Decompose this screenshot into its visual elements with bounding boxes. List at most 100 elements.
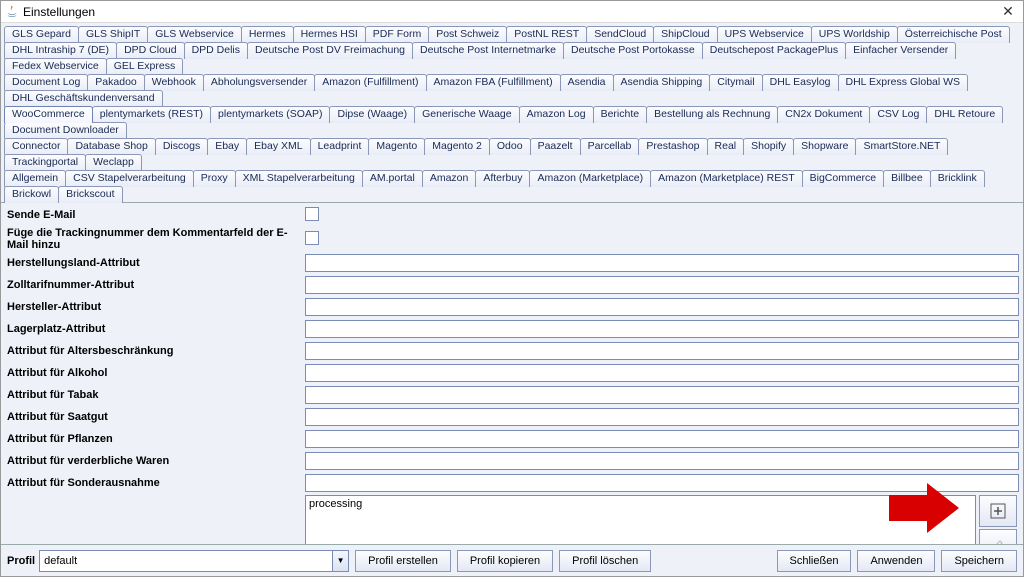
tab-bestellung-als-rechnung[interactable]: Bestellung als Rechnung: [646, 106, 778, 123]
tab-hermes-hsi[interactable]: Hermes HSI: [293, 26, 366, 43]
tab--sterreichische-post[interactable]: Österreichische Post: [897, 26, 1010, 43]
profil-kopieren-button[interactable]: Profil kopieren: [457, 550, 553, 572]
tab-discogs[interactable]: Discogs: [155, 138, 208, 155]
tab-fedex-webservice[interactable]: Fedex Webservice: [4, 58, 107, 75]
tab-shopware[interactable]: Shopware: [793, 138, 856, 155]
tab-hermes[interactable]: Hermes: [241, 26, 294, 43]
tab-generische-waage[interactable]: Generische Waage: [414, 106, 520, 123]
tab-brickowl[interactable]: Brickowl: [4, 186, 59, 203]
input-sonderausnahme[interactable]: [305, 474, 1019, 492]
profil-select[interactable]: default ▼: [39, 550, 349, 572]
tab-csv-log[interactable]: CSV Log: [869, 106, 927, 123]
tab-amazon-fulfillment-[interactable]: Amazon (Fulfillment): [314, 74, 426, 91]
tab-ebay[interactable]: Ebay: [207, 138, 247, 155]
tab-am-portal[interactable]: AM.portal: [362, 170, 423, 187]
input-lagerplatz[interactable]: [305, 320, 1019, 338]
statuscodes-list[interactable]: processing: [305, 495, 976, 544]
tab-deutsche-post-portokasse[interactable]: Deutsche Post Portokasse: [563, 42, 703, 59]
tab-bricklink[interactable]: Bricklink: [930, 170, 985, 187]
tab-asendia[interactable]: Asendia: [560, 74, 614, 91]
tab-document-downloader[interactable]: Document Downloader: [4, 122, 127, 139]
tab-csv-stapelverarbeitung[interactable]: CSV Stapelverarbeitung: [65, 170, 194, 187]
tab-real[interactable]: Real: [707, 138, 745, 155]
tab-webhook[interactable]: Webhook: [144, 74, 204, 91]
tab-dhl-gesch-ftskundenversand[interactable]: DHL Geschäftskundenversand: [4, 90, 163, 107]
tab-brickscout[interactable]: Brickscout: [58, 186, 122, 203]
tab-odoo[interactable]: Odoo: [489, 138, 531, 155]
tab-asendia-shipping[interactable]: Asendia Shipping: [613, 74, 711, 91]
tab-pakadoo[interactable]: Pakadoo: [87, 74, 144, 91]
tab-trackingportal[interactable]: Trackingportal: [4, 154, 86, 171]
tab-dipse-waage-[interactable]: Dipse (Waage): [329, 106, 415, 123]
tab-cn2x-dokument[interactable]: CN2x Dokument: [777, 106, 870, 123]
tab-abholungsversender[interactable]: Abholungsversender: [203, 74, 315, 91]
tab-deutsche-post-dv-freimachung[interactable]: Deutsche Post DV Freimachung: [247, 42, 413, 59]
tab-dpd-cloud[interactable]: DPD Cloud: [116, 42, 185, 59]
tab-proxy[interactable]: Proxy: [193, 170, 236, 187]
tab-postnl-rest[interactable]: PostNL REST: [506, 26, 587, 43]
tab-pdf-form[interactable]: PDF Form: [365, 26, 429, 43]
tab-deutsche-post-internetmarke[interactable]: Deutsche Post Internetmarke: [412, 42, 564, 59]
tab-parcellab[interactable]: Parcellab: [580, 138, 640, 155]
profil-loeschen-button[interactable]: Profil löschen: [559, 550, 651, 572]
tab-gls-webservice[interactable]: GLS Webservice: [147, 26, 242, 43]
tab-xml-stapelverarbeitung[interactable]: XML Stapelverarbeitung: [235, 170, 363, 187]
tab-magento-2[interactable]: Magento 2: [424, 138, 490, 155]
input-saatgut[interactable]: [305, 408, 1019, 426]
statuscode-edit-button[interactable]: [979, 529, 1017, 544]
input-herstellungsland[interactable]: [305, 254, 1019, 272]
tab-post-schweiz[interactable]: Post Schweiz: [428, 26, 507, 43]
input-verderblich[interactable]: [305, 452, 1019, 470]
tab-gls-gepard[interactable]: GLS Gepard: [4, 26, 79, 43]
tab-ebay-xml[interactable]: Ebay XML: [246, 138, 310, 155]
tab-allgemein[interactable]: Allgemein: [4, 170, 66, 187]
input-pflanzen[interactable]: [305, 430, 1019, 448]
tab-ups-worldship[interactable]: UPS Worldship: [811, 26, 898, 43]
tab-amazon-marketplace-rest[interactable]: Amazon (Marketplace) REST: [650, 170, 803, 187]
tab-afterbuy[interactable]: Afterbuy: [475, 170, 530, 187]
tab-deutschepost-packageplus[interactable]: Deutschepost PackagePlus: [702, 42, 846, 59]
tab-dhl-express-global-ws[interactable]: DHL Express Global WS: [838, 74, 969, 91]
speichern-button[interactable]: Speichern: [941, 550, 1017, 572]
anwenden-button[interactable]: Anwenden: [857, 550, 935, 572]
tab-gel-express[interactable]: GEL Express: [106, 58, 183, 75]
tab-magento[interactable]: Magento: [368, 138, 425, 155]
tab-shipcloud[interactable]: ShipCloud: [653, 26, 717, 43]
tab-connector[interactable]: Connector: [4, 138, 68, 155]
tab-database-shop[interactable]: Database Shop: [67, 138, 155, 155]
tab-amazon[interactable]: Amazon: [422, 170, 477, 187]
input-alkohol[interactable]: [305, 364, 1019, 382]
tab-shopify[interactable]: Shopify: [743, 138, 794, 155]
tab-document-log[interactable]: Document Log: [4, 74, 88, 91]
statuscodes-item[interactable]: processing: [309, 498, 972, 510]
checkbox-sende-email[interactable]: [305, 207, 319, 221]
checkbox-tracking-kommentar[interactable]: [305, 231, 319, 245]
tab-plentymarkets-rest-[interactable]: plentymarkets (REST): [92, 106, 211, 123]
tab-leadprint[interactable]: Leadprint: [310, 138, 370, 155]
tab-woocommerce[interactable]: WooCommerce: [4, 106, 93, 123]
tab-dhl-easylog[interactable]: DHL Easylog: [762, 74, 839, 91]
tab-dhl-retoure[interactable]: DHL Retoure: [926, 106, 1003, 123]
tab-paazelt[interactable]: Paazelt: [530, 138, 581, 155]
tab-bigcommerce[interactable]: BigCommerce: [802, 170, 885, 187]
tab-amazon-marketplace-[interactable]: Amazon (Marketplace): [529, 170, 651, 187]
tab-amazon-log[interactable]: Amazon Log: [519, 106, 594, 123]
tab-prestashop[interactable]: Prestashop: [638, 138, 707, 155]
schliessen-button[interactable]: Schließen: [777, 550, 852, 572]
tab-sendcloud[interactable]: SendCloud: [586, 26, 654, 43]
profil-erstellen-button[interactable]: Profil erstellen: [355, 550, 451, 572]
input-alter[interactable]: [305, 342, 1019, 360]
close-button[interactable]: ✕: [997, 1, 1019, 23]
tab-berichte[interactable]: Berichte: [593, 106, 648, 123]
tab-citymail[interactable]: Citymail: [709, 74, 762, 91]
input-hersteller[interactable]: [305, 298, 1019, 316]
tab-gls-shipit[interactable]: GLS ShipIT: [78, 26, 148, 43]
tab-amazon-fba-fulfillment-[interactable]: Amazon FBA (Fulfillment): [426, 74, 561, 91]
statuscode-add-button[interactable]: [979, 495, 1017, 527]
tab-dhl-intraship-7-de-[interactable]: DHL Intraship 7 (DE): [4, 42, 117, 59]
tab-einfacher-versender[interactable]: Einfacher Versender: [845, 42, 956, 59]
tab-ups-webservice[interactable]: UPS Webservice: [717, 26, 812, 43]
tab-dpd-delis[interactable]: DPD Delis: [184, 42, 248, 59]
input-tabak[interactable]: [305, 386, 1019, 404]
tab-plentymarkets-soap-[interactable]: plentymarkets (SOAP): [210, 106, 330, 123]
